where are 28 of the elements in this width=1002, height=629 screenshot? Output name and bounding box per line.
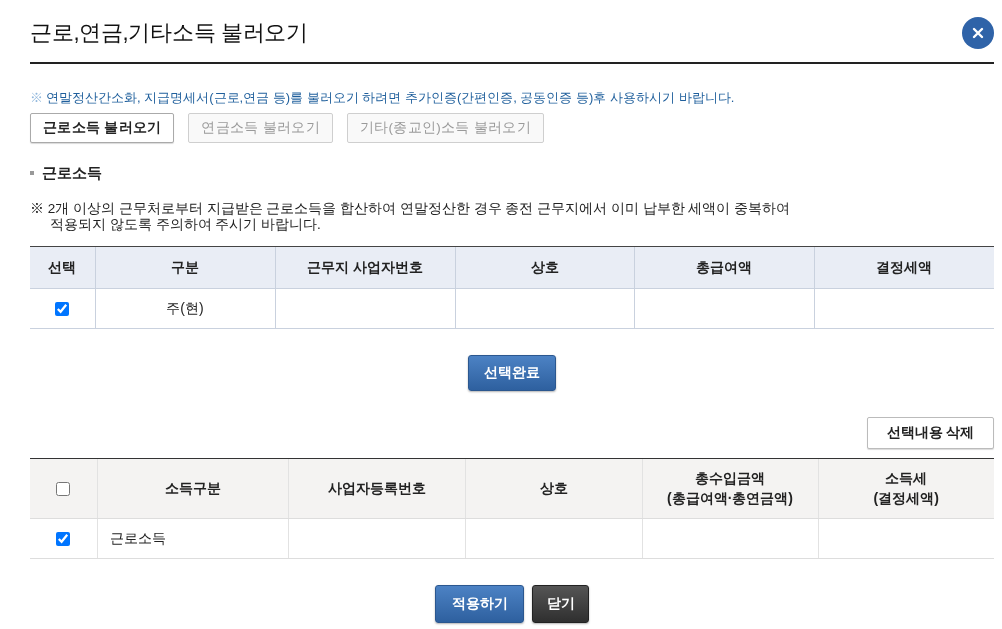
table-cell: 주(현) bbox=[95, 288, 275, 328]
load-button[interactable]: 근로소득 불러오기 bbox=[30, 113, 175, 143]
column-header: 사업자등록번호 bbox=[288, 458, 465, 518]
notice-text: 연말정산간소화, 지급명세서(근로,연금 등)를 불러오기 하려면 추가인증(간편인증, 공동인증 등)후 사용하시기 바랍니다. bbox=[46, 89, 735, 107]
table-cell: 근로소득 bbox=[109, 529, 166, 546]
complete-button[interactable]: 선택완료 bbox=[468, 354, 556, 391]
row-checkbox[interactable] bbox=[55, 301, 70, 316]
column-header: 결정세액 bbox=[814, 246, 994, 288]
close-icon[interactable] bbox=[962, 17, 994, 49]
apply-button[interactable]: 적용하기 bbox=[435, 584, 524, 623]
row-checkbox[interactable] bbox=[56, 531, 71, 546]
delete-button[interactable]: 선택내용 삭제 bbox=[867, 416, 994, 449]
section-heading: 근로소득 bbox=[42, 163, 102, 183]
column-header: 선택 bbox=[30, 246, 95, 288]
column-header: 상호 bbox=[455, 246, 634, 288]
column-header: 소득구분 bbox=[97, 458, 288, 518]
column-header: 소득세 (결정세액) bbox=[818, 458, 994, 518]
dialog-title: 근로,연금,기타소득 불러오기 bbox=[30, 19, 308, 47]
notice-symbol: ※ bbox=[30, 89, 43, 107]
select-all-checkbox[interactable] bbox=[56, 482, 71, 497]
column-header: 총급여액 bbox=[634, 246, 814, 288]
close-button[interactable]: 닫기 bbox=[532, 584, 589, 623]
bullet-icon bbox=[30, 171, 34, 176]
column-header: 상호 bbox=[465, 458, 642, 518]
column-header: 구분 bbox=[95, 246, 275, 288]
column-header: 근무지 사업자번호 bbox=[275, 246, 455, 288]
section-note: ※ 2개 이상의 근무처로부터 지급받은 근로소득을 합산하여 연말정산한 경우 종전 근무지에서 이미 납부한 세액이 중복하여 적용되지 않도록 주의하여 주시기 바랍니다. bbox=[30, 200, 792, 233]
column-header: 총수입금액 (총급여액·총연금액) bbox=[642, 458, 818, 518]
